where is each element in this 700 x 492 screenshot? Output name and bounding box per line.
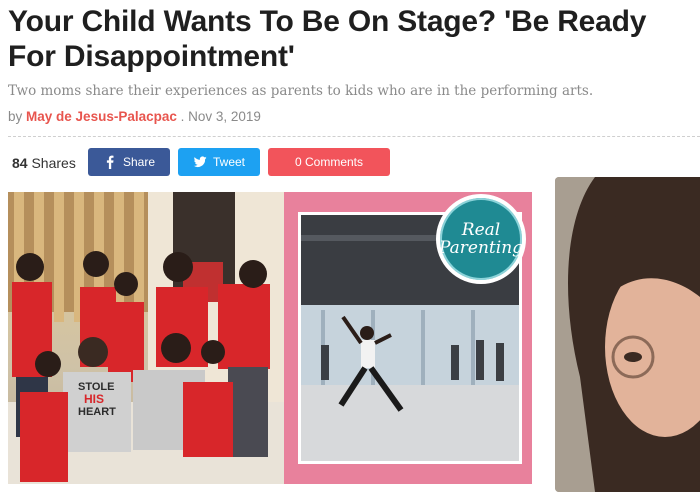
byline-prefix: by (8, 109, 23, 124)
share-count-label: Shares (31, 155, 76, 171)
facebook-icon (106, 155, 114, 169)
badge-line1: Real (461, 220, 501, 240)
share-count-number: 84 (12, 155, 28, 171)
facebook-share-label: Share (122, 155, 156, 169)
author-portrait-illustration (555, 177, 700, 492)
article-headline: Your Child Wants To Be On Stage? 'Be Rea… (8, 5, 647, 73)
real-parenting-badge: Real Parenting (436, 194, 526, 284)
family-photo: STOLE HIS HEART (8, 192, 284, 484)
divider (8, 136, 700, 137)
comments-button[interactable]: 0 Comments (268, 148, 390, 176)
family-photo-illustration: STOLE HIS HEART (8, 192, 284, 484)
byline: by May de Jesus-Palacpac . Nov 3, 2019 (8, 109, 261, 124)
publish-date: . Nov 3, 2019 (180, 109, 261, 124)
twitter-tweet-label: Tweet (212, 155, 245, 169)
shirt-text-line3: HEART (78, 406, 116, 418)
badge-line2: Parenting (438, 238, 524, 258)
hero-image: STOLE HIS HEART Real Parenting (8, 192, 532, 484)
twitter-bird-icon (193, 156, 207, 167)
twitter-tweet-button[interactable]: Tweet (178, 148, 260, 176)
share-count: 84 Shares (12, 155, 76, 171)
author-link[interactable]: May de Jesus-Palacpac (26, 109, 177, 124)
comments-label: 0 Comments (294, 155, 364, 169)
article-subheadline: Two moms share their experiences as pare… (8, 83, 594, 99)
shirt-text-line2: HIS (84, 392, 104, 406)
facebook-share-button[interactable]: Share (88, 148, 170, 176)
author-video-thumbnail[interactable] (555, 177, 700, 492)
